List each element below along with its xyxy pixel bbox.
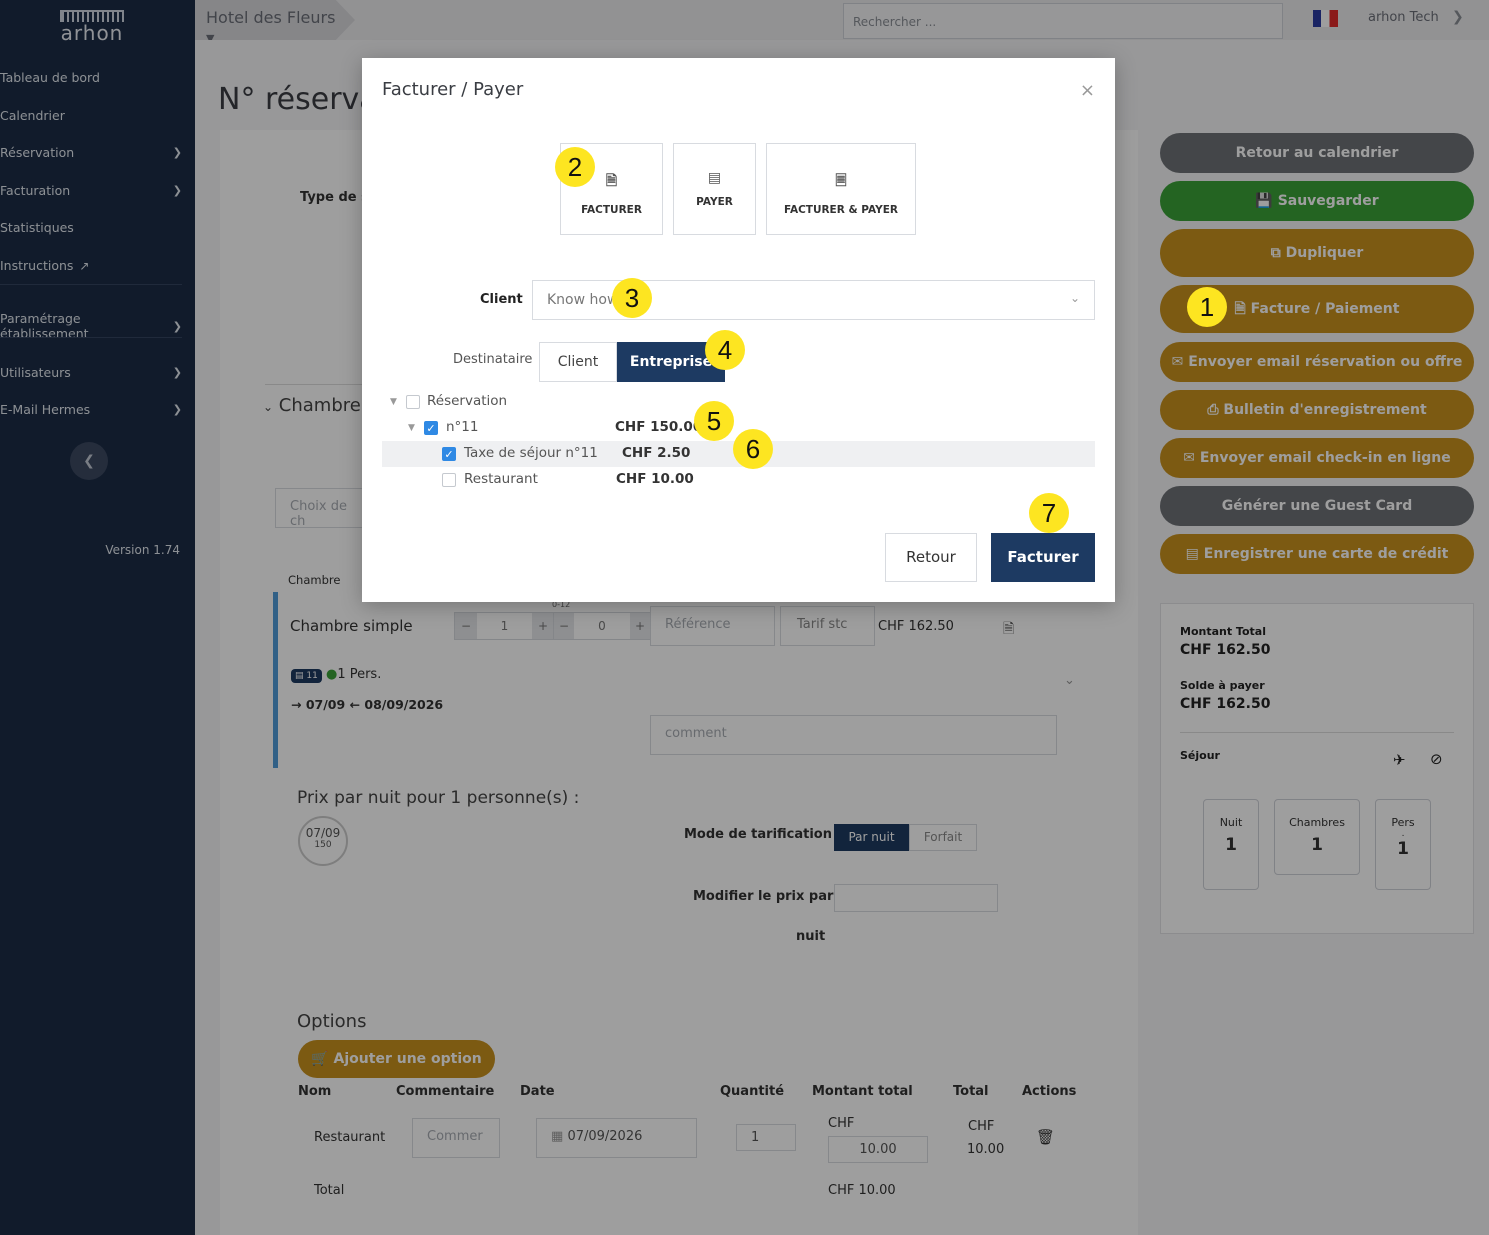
invoice-pay-modal: Facturer / Payer × 🗎 FACTURER ▤ PAYER 🗏 FAC… [362, 58, 1115, 602]
step-marker: 7 [1029, 493, 1069, 533]
mode-invoice-pay-button[interactable]: 🗏 FACTURER & PAYER [766, 143, 916, 235]
credit-card-icon: ▤ [707, 170, 722, 186]
restaurant-checkbox[interactable] [442, 473, 456, 487]
invoice-submit-button[interactable]: Facturer [991, 533, 1095, 582]
mode-invoice-pay-label: FACTURER & PAYER [783, 204, 898, 216]
tax-checkbox[interactable]: ✓ [442, 447, 456, 461]
mode-pay-label: PAYER [696, 196, 733, 208]
caret-down-icon: ▼ [390, 397, 397, 407]
tree-label: Restaurant [464, 471, 538, 487]
tree-amount: CHF 2.50 [622, 445, 691, 461]
step-marker: 3 [612, 278, 652, 318]
step-marker: 4 [705, 330, 745, 370]
reservation-checkbox[interactable] [406, 395, 420, 409]
tree-amount: CHF 10.00 [616, 471, 694, 487]
caret-down-icon: ▼ [408, 423, 415, 433]
recipient-client-option[interactable]: Client [539, 342, 617, 382]
close-icon[interactable]: × [1080, 80, 1095, 101]
tree-label: Réservation [427, 393, 508, 409]
tree-label: n°11 [446, 419, 479, 435]
tree-label: Taxe de séjour n°11 [464, 445, 598, 461]
step-marker: 1 [1187, 287, 1227, 327]
back-button[interactable]: Retour [885, 533, 977, 582]
client-label: Client [480, 292, 523, 307]
recipient-label: Destinataire [453, 352, 533, 367]
mode-pay-button[interactable]: ▤ PAYER [673, 143, 756, 235]
mode-invoice-label: FACTURER [581, 204, 642, 216]
tree-row-reservation[interactable]: ▼ Réservation [382, 389, 1095, 415]
tree-amount: CHF 150.00 [615, 419, 703, 435]
tree-row-restaurant[interactable]: Restaurant CHF 10.00 [382, 467, 1095, 493]
step-marker: 6 [733, 429, 773, 469]
chevron-down-icon: ⌄ [1069, 291, 1080, 305]
room-checkbox[interactable]: ✓ [424, 421, 438, 435]
modal-title: Facturer / Payer [382, 79, 524, 100]
step-marker: 5 [694, 401, 734, 441]
client-value: Know how [547, 292, 619, 308]
file-invoice-dollar-icon: 🗏 [835, 173, 847, 189]
step-marker: 2 [555, 147, 595, 187]
